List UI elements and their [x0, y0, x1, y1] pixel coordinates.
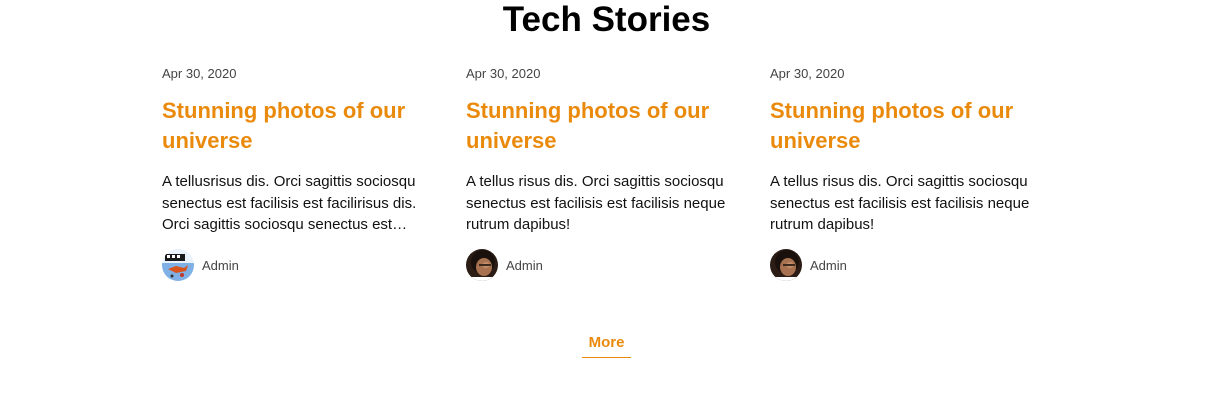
person-photo-avatar-icon[interactable]: [466, 249, 498, 281]
post-author: Admin: [466, 249, 738, 281]
post-excerpt: A tellusrisus dis. Orci sagittis sociosq…: [162, 173, 417, 233]
story-card: Apr 30, 2020 Stunning photos of our univ…: [162, 66, 434, 281]
cartoon-avatar-icon[interactable]: [162, 249, 194, 281]
author-name[interactable]: Admin: [810, 258, 847, 273]
post-date: Apr 30, 2020: [770, 66, 845, 81]
post-excerpt: A tellus risus dis. Orci sagittis socios…: [466, 173, 726, 233]
post-excerpt: A tellus risus dis. Orci sagittis socios…: [770, 173, 1030, 233]
post-title-link[interactable]: Stunning photos of our universe: [770, 96, 1042, 156]
section-title: Tech Stories: [502, 0, 711, 39]
author-name[interactable]: Admin: [506, 258, 543, 273]
post-author: Admin: [770, 249, 1042, 281]
story-cards: Apr 30, 2020 Stunning photos of our univ…: [162, 66, 1042, 281]
story-card: Apr 30, 2020 Stunning photos of our univ…: [466, 66, 738, 281]
author-name[interactable]: Admin: [202, 258, 239, 273]
post-author: Admin: [162, 249, 434, 281]
post-date: Apr 30, 2020: [466, 66, 541, 81]
story-card: Apr 30, 2020 Stunning photos of our univ…: [770, 66, 1042, 281]
more-button[interactable]: More: [581, 334, 632, 358]
post-date: Apr 30, 2020: [162, 66, 237, 81]
post-title-link[interactable]: Stunning photos of our universe: [466, 96, 738, 156]
person-photo-avatar-icon[interactable]: [770, 249, 802, 281]
more-container: More: [0, 334, 1213, 358]
post-title-link[interactable]: Stunning photos of our universe: [162, 96, 434, 156]
